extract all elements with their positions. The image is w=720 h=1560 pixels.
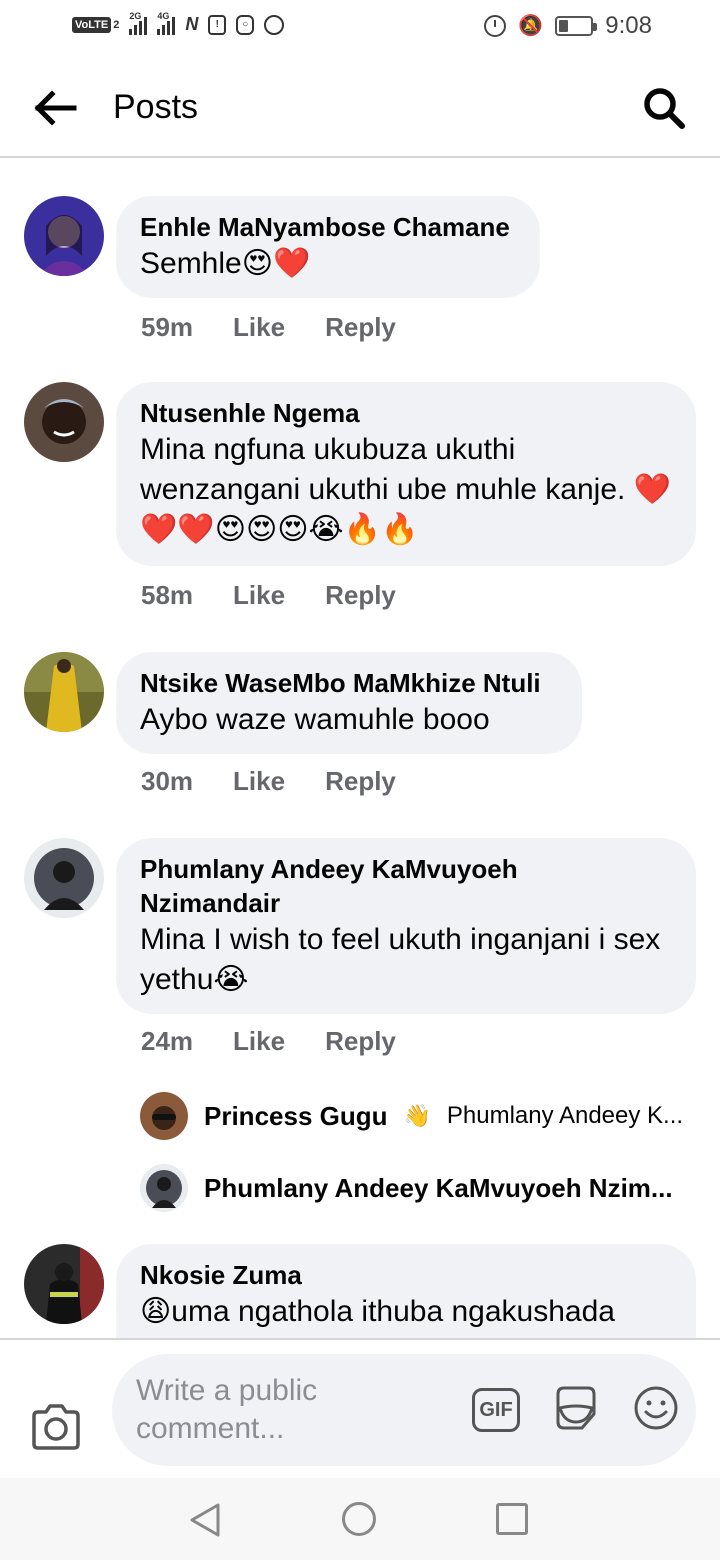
- network-type-label-secondary: 4G: [157, 10, 170, 21]
- like-button[interactable]: Like: [233, 1026, 285, 1057]
- like-button[interactable]: Like: [233, 766, 285, 797]
- comment-bubble[interactable]: Nkosie Zuma 😩uma ngathola ithuba ngakush…: [116, 1244, 696, 1338]
- triangle-back-icon: [190, 1503, 220, 1537]
- emoji-button[interactable]: [632, 1384, 680, 1432]
- avatar-image: [24, 1244, 104, 1324]
- comment-time: 30m: [141, 766, 194, 796]
- status-bar-left: VoLTE 2 2G 4G N ! ○: [72, 11, 285, 35]
- comment-time: 58m: [141, 580, 194, 610]
- comment-text: Mina ngfuna ukubuza ukuthi wenzangani uk…: [140, 433, 672, 546]
- reply-snippet: Phumlany Andeey K...: [446, 1102, 684, 1129]
- app-header: Posts: [0, 56, 720, 158]
- notification-icon: !: [208, 14, 227, 35]
- nav-back-button[interactable]: [188, 1502, 222, 1543]
- mute-icon: 🔕: [518, 15, 544, 37]
- comment-time: 59m: [141, 312, 194, 342]
- comment-bubble[interactable]: Phumlany Andeey KaMvuyoeh Nzimandair Min…: [116, 838, 696, 1014]
- comment-bubble[interactable]: Ntusenhle Ngema Mina ngfuna ukubuza ukut…: [116, 382, 696, 566]
- reply-preview[interactable]: Princess Gugu 👋 Phumlany Andeey K...: [140, 1092, 700, 1140]
- comment-author[interactable]: Phumlany Andeey KaMvuyoeh Nzimandair: [140, 852, 560, 920]
- battery-icon: [555, 16, 598, 36]
- nav-recents-button[interactable]: [496, 1503, 528, 1535]
- like-button[interactable]: Like: [233, 312, 285, 343]
- back-button[interactable]: [34, 88, 78, 128]
- sticker-button[interactable]: [552, 1384, 600, 1432]
- search-icon: [644, 88, 685, 129]
- avatar-image: [140, 1092, 188, 1140]
- status-bar: VoLTE 2 2G 4G N ! ○ 🔕 9:08: [0, 0, 720, 56]
- system-nav-bar: [0, 1478, 720, 1560]
- comment-author[interactable]: Nkosie Zuma: [140, 1258, 672, 1292]
- comment-text: Semhle😍❤️: [140, 247, 311, 280]
- avatar: [140, 1092, 188, 1140]
- comment-bubble[interactable]: Ntsike WaseMbo MaMkhize Ntuli Aybo waze …: [116, 652, 582, 754]
- comment-actions: 30m Like Reply: [141, 766, 396, 797]
- avatar[interactable]: [24, 652, 104, 732]
- network-type-label: 2G: [129, 10, 142, 21]
- reply-button[interactable]: Reply: [325, 312, 396, 343]
- sticker-icon: [556, 1386, 596, 1430]
- avatar[interactable]: [24, 196, 104, 276]
- comment-author[interactable]: Ntusenhle Ngema: [140, 396, 672, 430]
- comment-actions: 24m Like Reply: [141, 1026, 396, 1057]
- avatar[interactable]: [24, 1244, 104, 1324]
- battery-fill: [559, 20, 569, 32]
- gif-button[interactable]: GIF: [472, 1388, 520, 1432]
- search-button[interactable]: [642, 86, 686, 130]
- reply-author[interactable]: Phumlany Andeey KaMvuyoeh Nzim...: [204, 1173, 673, 1204]
- avatar-image: [24, 382, 104, 462]
- like-button[interactable]: Like: [233, 580, 285, 611]
- reply-button[interactable]: Reply: [325, 1026, 396, 1057]
- signal-icon: 2G: [129, 11, 148, 35]
- comment-text: 😩uma ngathola ithuba ngakushada: [140, 1295, 615, 1328]
- reply-button[interactable]: Reply: [325, 580, 396, 611]
- alarm-icon: [484, 15, 507, 37]
- avatar[interactable]: [24, 382, 104, 462]
- reply-button[interactable]: Reply: [325, 766, 396, 797]
- camera-icon: [32, 1404, 80, 1450]
- comment-input[interactable]: Write a public comment... GIF: [112, 1354, 696, 1466]
- reply-arrow-icon: 👋: [403, 1103, 431, 1128]
- avatar-image: [24, 652, 104, 732]
- avatar[interactable]: [24, 838, 104, 918]
- nfc-icon: N: [185, 14, 199, 34]
- comment-time: 24m: [141, 1026, 194, 1056]
- sim-number: 2: [113, 18, 120, 31]
- back-arrow-icon: [34, 90, 77, 126]
- comment-author[interactable]: Ntsike WaseMbo MaMkhize Ntuli: [140, 666, 558, 700]
- comment-actions: 58m Like Reply: [141, 580, 396, 611]
- status-bar-right: 🔕 9:08: [484, 12, 652, 40]
- nav-home-button[interactable]: [342, 1502, 376, 1536]
- page-title: Posts: [113, 88, 199, 126]
- signal-icon-secondary: 4G: [157, 11, 176, 35]
- comment-actions: 59m Like Reply: [141, 312, 396, 343]
- comment-text: Aybo waze wamuhle booo: [140, 703, 490, 736]
- comment-bubble[interactable]: Enhle MaNyambose Chamane Semhle😍❤️: [116, 196, 540, 298]
- camera-button[interactable]: [30, 1404, 82, 1450]
- volte-indicator: VoLTE: [72, 16, 112, 33]
- comments-list[interactable]: Enhle MaNyambose Chamane Semhle😍❤️ 59m L…: [0, 160, 720, 1338]
- clock: 9:08: [605, 12, 652, 39]
- comment-author[interactable]: Enhle MaNyambose Chamane: [140, 210, 516, 244]
- whatsapp-icon: [264, 14, 285, 35]
- comment-text: Mina I wish to feel ukuth inganjani i se…: [140, 923, 661, 996]
- avatar-image: [24, 838, 104, 918]
- avatar: [140, 1164, 188, 1212]
- comment-composer: Write a public comment... GIF: [0, 1338, 720, 1478]
- avatar-image: [140, 1164, 188, 1212]
- comment-input-placeholder: Write a public comment...: [136, 1374, 318, 1445]
- instagram-icon: ○: [236, 14, 255, 35]
- reply-preview[interactable]: Phumlany Andeey KaMvuyoeh Nzim...: [140, 1164, 700, 1212]
- emoji-icon: [634, 1386, 678, 1430]
- avatar-image: [24, 196, 104, 276]
- reply-author[interactable]: Princess Gugu: [204, 1101, 388, 1132]
